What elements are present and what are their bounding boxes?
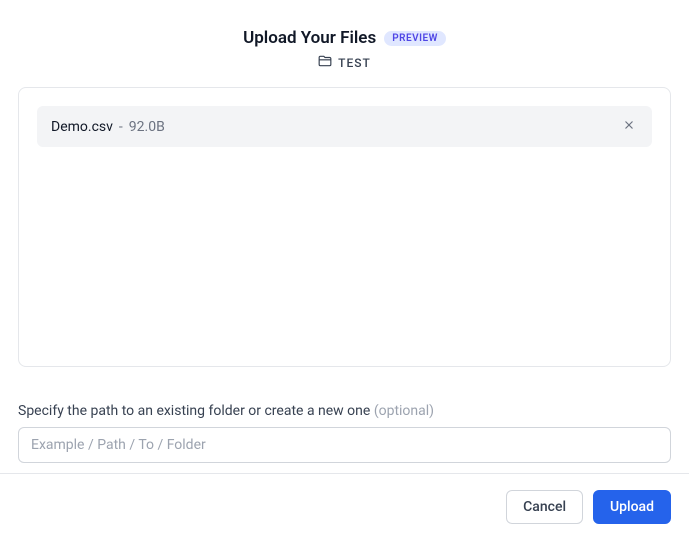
cancel-button[interactable]: Cancel (506, 490, 583, 524)
path-label: Specify the path to an existing folder o… (18, 403, 671, 419)
path-section: Specify the path to an existing folder o… (18, 403, 671, 463)
folder-icon (318, 54, 332, 71)
file-info: Demo.csv - 92.0B (51, 119, 165, 135)
file-name: Demo.csv (51, 119, 113, 135)
upload-button[interactable]: Upload (593, 490, 671, 524)
file-size: 92.0B (129, 119, 165, 135)
preview-badge: PREVIEW (384, 31, 446, 46)
path-label-text: Specify the path to an existing folder o… (18, 403, 370, 419)
subtitle-text: TEST (338, 56, 371, 70)
path-input[interactable] (18, 427, 671, 463)
file-item: Demo.csv - 92.0B (37, 106, 652, 147)
file-drop-area[interactable]: Demo.csv - 92.0B (18, 87, 671, 367)
title-row: Upload Your Files PREVIEW (0, 28, 689, 48)
file-separator: - (119, 119, 123, 135)
subtitle-row: TEST (0, 54, 689, 71)
remove-file-button[interactable] (620, 116, 638, 137)
close-icon (622, 118, 636, 135)
modal-footer: Cancel Upload (0, 473, 689, 540)
path-optional-text: (optional) (374, 403, 434, 419)
modal-header: Upload Your Files PREVIEW TEST (0, 0, 689, 71)
modal-title: Upload Your Files (243, 28, 376, 48)
